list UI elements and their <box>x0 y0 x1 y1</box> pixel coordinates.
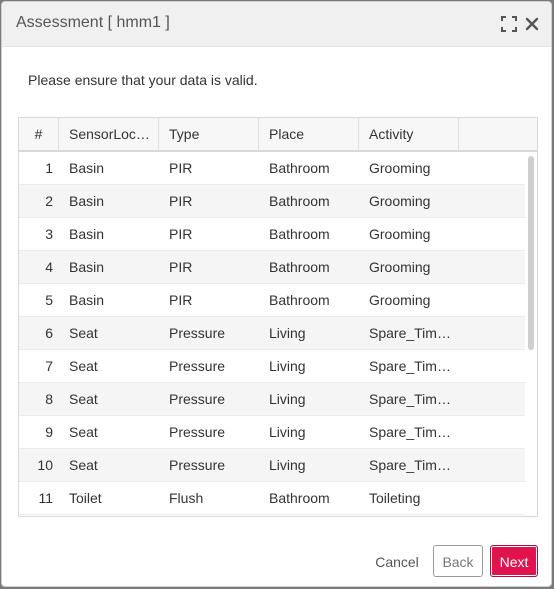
column-header-sensorlocation[interactable]: SensorLoc… <box>59 118 159 150</box>
cell-index: 7 <box>45 358 53 374</box>
cell-type: PIR <box>169 259 193 275</box>
cell-activity: Grooming <box>369 292 431 308</box>
cell-place: Bathroom <box>269 193 330 209</box>
cell-sensorlocation: Basin <box>69 160 105 176</box>
table-row[interactable]: 2 Basin PIR Bathroom Grooming <box>19 185 525 218</box>
scrollbar-thumb[interactable] <box>528 156 534 350</box>
cell-index: 11 <box>38 490 53 506</box>
cell-place: Bathroom <box>269 160 330 176</box>
cancel-button[interactable]: Cancel <box>368 545 426 577</box>
next-button[interactable]: Next <box>490 545 538 577</box>
cell-type: PIR <box>169 193 193 209</box>
cell-place: Bathroom <box>269 490 330 506</box>
table-row[interactable]: 11 Toilet Flush Bathroom Toileting <box>19 482 525 515</box>
grid-body: 1 Basin PIR Bathroom Grooming 2 Basin PIR Bathro… <box>19 152 525 516</box>
table-row[interactable]: 6 Seat Pressure Living Spare_Tim… <box>19 317 525 350</box>
column-header-place[interactable]: Place <box>259 118 359 150</box>
cell-sensorlocation: Basin <box>69 292 105 308</box>
data-grid: # SensorLoc… Type Place Activity 1 Basin P… <box>18 117 538 517</box>
table-row[interactable]: 4 Basin PIR Bathroom Grooming <box>19 251 525 284</box>
cell-activity: Spare_Tim… <box>369 391 451 407</box>
cell-index: 6 <box>45 325 53 341</box>
cell-type: Flush <box>169 490 204 506</box>
cell-sensorlocation: Seat <box>69 391 98 407</box>
cell-index: 3 <box>45 226 53 242</box>
table-row[interactable]: 9 Seat Pressure Living Spare_Tim… <box>19 416 525 449</box>
cell-sensorlocation: Basin <box>69 193 105 209</box>
cell-index: 8 <box>45 391 53 407</box>
column-header-type[interactable]: Type <box>159 118 259 150</box>
cell-index: 9 <box>45 424 53 440</box>
cell-activity: Spare_Tim… <box>369 358 451 374</box>
cell-place: Living <box>269 391 306 407</box>
cell-index: 5 <box>45 292 53 308</box>
cell-index: 1 <box>45 160 53 176</box>
cell-index: 2 <box>45 193 53 209</box>
table-row[interactable]: 5 Basin PIR Bathroom Grooming <box>19 284 525 317</box>
cell-index: 4 <box>45 259 53 275</box>
table-row[interactable]: 8 Seat Pressure Living Spare_Tim… <box>19 383 525 416</box>
cell-place: Bathroom <box>269 259 330 275</box>
cell-sensorlocation: Seat <box>69 325 98 341</box>
table-row[interactable]: 7 Seat Pressure Living Spare_Tim… <box>19 350 525 383</box>
cell-activity: Grooming <box>369 160 431 176</box>
table-row[interactable]: 1 Basin PIR Bathroom Grooming <box>19 152 525 185</box>
cell-activity: Spare_Tim… <box>369 424 451 440</box>
assessment-dialog: Assessment [ hmm1 ] Please ensure that y… <box>1 1 552 587</box>
table-row[interactable]: 10 Seat Pressure Living Spare_Tim… <box>19 449 525 482</box>
cell-sensorlocation: Seat <box>69 358 98 374</box>
dialog-title: Assessment [ hmm1 ] <box>16 14 170 31</box>
back-button[interactable]: Back <box>433 545 483 577</box>
grid-header: # SensorLoc… Type Place Activity <box>19 118 537 152</box>
close-icon[interactable] <box>524 16 540 32</box>
cell-index: 10 <box>37 457 53 473</box>
cell-type: Pressure <box>169 424 226 440</box>
table-row[interactable]: 3 Basin PIR Bathroom Grooming <box>19 218 525 251</box>
cell-type: PIR <box>169 160 193 176</box>
expand-icon[interactable] <box>501 16 517 32</box>
column-header-index[interactable]: # <box>19 118 59 150</box>
cell-activity: Grooming <box>369 226 431 242</box>
cell-sensorlocation: Basin <box>69 259 105 275</box>
cell-place: Living <box>269 424 306 440</box>
vertical-scrollbar[interactable] <box>525 152 537 516</box>
cell-activity: Grooming <box>369 259 431 275</box>
cell-sensorlocation: Basin <box>69 226 105 242</box>
dialog-titlebar: Assessment [ hmm1 ] <box>2 2 551 47</box>
cell-type: PIR <box>169 292 193 308</box>
cell-activity: Toileting <box>369 490 421 506</box>
cell-sensorlocation: Toilet <box>69 490 102 506</box>
cell-place: Bathroom <box>269 226 330 242</box>
cell-activity: Grooming <box>369 193 431 209</box>
cell-place: Bathroom <box>269 292 330 308</box>
cell-activity: Spare_Tim… <box>369 457 451 473</box>
cell-sensorlocation: Seat <box>69 424 98 440</box>
cell-type: PIR <box>169 226 193 242</box>
cell-type: Pressure <box>169 391 226 407</box>
column-header-activity[interactable]: Activity <box>359 118 459 150</box>
cell-sensorlocation: Seat <box>69 457 98 473</box>
cell-activity: Spare_Tim… <box>369 325 451 341</box>
cell-type: Pressure <box>169 325 226 341</box>
validation-message: Please ensure that your data is valid. <box>28 72 258 88</box>
cell-place: Living <box>269 457 306 473</box>
cell-place: Living <box>269 358 306 374</box>
cell-type: Pressure <box>169 358 226 374</box>
cell-place: Living <box>269 325 306 341</box>
cell-type: Pressure <box>169 457 226 473</box>
